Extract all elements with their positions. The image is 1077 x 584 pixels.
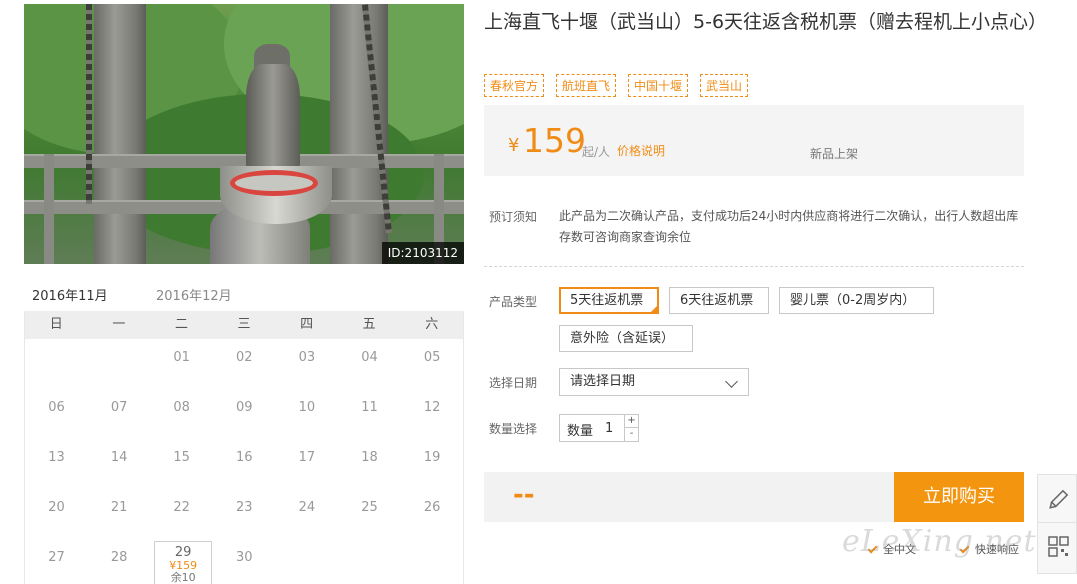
calendar-day: 24 [298,500,316,515]
currency-symbol: ¥ [508,135,520,156]
pencil-icon [1049,489,1069,509]
edit-button[interactable] [1038,475,1076,523]
calendar-day-number: 29 [174,545,192,560]
calendar-day: 21 [110,500,128,515]
quantity-inner-label: 数量 [567,424,594,439]
calendar-day: 02 [236,350,253,365]
product-type-label: 产品类型 [489,295,538,309]
option-insurance[interactable]: 意外险（含延误） [559,325,693,352]
calendar-day: 15 [173,450,190,465]
chevron-down-icon [725,375,738,388]
urn-lid [246,64,300,174]
calendar-day: 20 [48,500,65,515]
calendar-day: 06 [48,400,65,415]
calendar-day: 08 [173,400,190,415]
divider [484,266,1024,267]
qrcode-button[interactable] [1038,523,1076,571]
product-photo[interactable]: ID:2103112 [24,4,464,264]
weekday-tue: 二 [174,317,188,332]
weekday-fri: 五 [362,317,376,332]
product-title: 上海直飞十堰（武当山）5-6天往返含税机票（赠去程机上小点心） [484,11,1048,33]
side-toolbar [1037,474,1077,574]
tag-wudang[interactable]: 武当山 [700,74,749,97]
tab-month-nov[interactable]: 2016年11月 [24,285,116,314]
price-box: ¥ 159 起/人 价格说明 新品上架 [484,105,1024,176]
product-tags: 春秋官方 航班直飞 中国十堰 武当山 [484,74,749,97]
calendar-day: 09 [236,400,253,415]
tag-direct-flight[interactable]: 航班直飞 [556,74,617,97]
weekday-thu: 四 [300,317,314,332]
calendar-weekday-header: 日 一 二 三 四 五 六 [25,311,463,339]
decrement-button[interactable]: - [624,428,638,441]
option-infant-ticket[interactable]: 婴儿票（0-2周岁内） [779,287,934,314]
month-tabs: 2016年11月 2016年12月 [24,280,464,314]
calendar-day: 30 [236,550,253,565]
calendar-day: 07 [110,400,128,415]
calendar: 日 一 二 三 四 五 六 01 02 03 04 05 06 07 08 09 10 11 12 13… [24,311,464,584]
calendar-day: 17 [298,450,316,465]
photo-id-tag: ID:2103112 [381,242,464,264]
quantity-label: 数量选择 [489,422,538,436]
total-price: -- [513,480,535,510]
quantity-value[interactable]: 1 [605,421,613,436]
calendar-day: 19 [423,450,441,465]
calendar-day-stock: 余10 [170,571,196,584]
calendar-day: 13 [48,450,65,465]
calendar-day: 10 [298,400,316,415]
calendar-day[interactable]: 29 ¥159 余10 [154,541,213,584]
new-product-badge: 新品上架 [810,147,859,161]
calendar-day: 11 [361,400,378,415]
weekday-sat: 六 [425,317,439,332]
price-amount: 159 [523,121,586,160]
calendar-day: 26 [423,500,441,515]
tab-month-dec[interactable]: 2016年12月 [156,285,232,304]
date-select[interactable]: 请选择日期 [559,368,749,396]
notice-label: 预订须知 [489,210,538,224]
buy-now-button[interactable]: 立即购买 [894,472,1024,522]
option-6day-ticket[interactable]: 6天往返机票 [669,287,769,314]
calendar-day: 25 [361,500,378,515]
calendar-day: 22 [173,500,190,515]
calendar-day: 14 [110,450,128,465]
tag-shiyan[interactable]: 中国十堰 [628,74,689,97]
qrcode-icon [1048,536,1069,557]
weekday-mon: 一 [112,317,126,332]
calendar-day: 01 [173,350,190,365]
calendar-day: 03 [298,350,316,365]
date-select-value: 请选择日期 [570,374,636,389]
calendar-day: 05 [423,350,441,365]
increment-button[interactable]: + [624,415,638,428]
urn-rim [230,170,318,196]
calendar-day: 23 [236,500,253,515]
calendar-day: 16 [236,450,253,465]
chain-left [86,4,92,204]
calendar-day: 27 [48,550,65,565]
buy-bar: -- 立即购买 [484,472,1024,522]
quantity-stepper[interactable]: 数量 1 + - [559,414,639,442]
price-explain-link[interactable]: 价格说明 [617,142,665,159]
price-unit: 起/人 [582,145,611,159]
railing-post [44,154,54,264]
weekday-wed: 三 [237,317,251,332]
option-5day-ticket[interactable]: 5天往返机票 [559,287,659,314]
pillar-left [94,4,146,264]
calendar-day: 12 [423,400,441,415]
calendar-day: 04 [361,350,378,365]
watermark: eLeXing.net [842,524,1037,559]
notice-text: 此产品为二次确认产品，支付成功后24小时内供应商将进行二次确认，出行人数超出库存… [559,209,1019,244]
calendar-day: 28 [110,550,128,565]
date-select-label: 选择日期 [489,376,538,390]
calendar-day: 18 [361,450,378,465]
weekday-sun: 日 [49,317,63,332]
tag-official[interactable]: 春秋官方 [484,74,545,97]
